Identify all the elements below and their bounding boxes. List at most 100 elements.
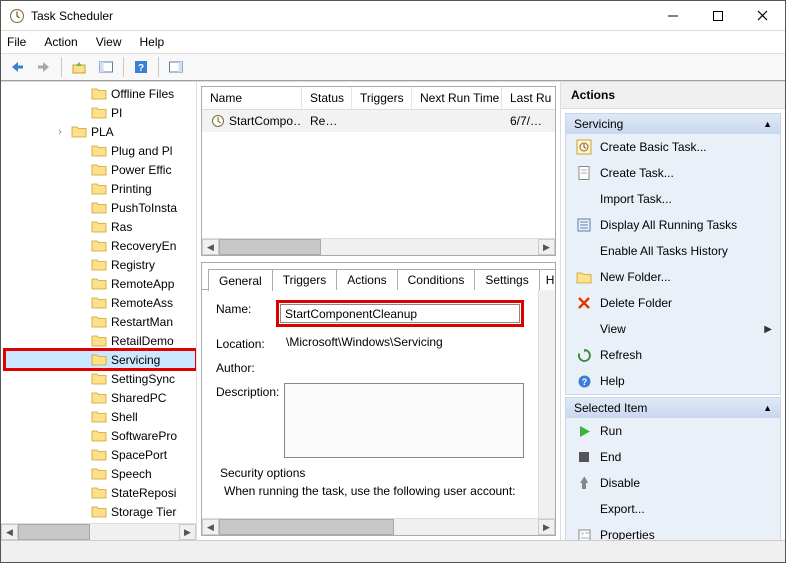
forward-button[interactable] (32, 56, 56, 78)
up-folder-button[interactable] (67, 56, 91, 78)
detail-panel: General Triggers Actions Conditions Sett… (201, 262, 556, 536)
scroll-thumb[interactable] (219, 519, 394, 535)
col-status[interactable]: Status (302, 87, 352, 109)
maximize-button[interactable] (695, 1, 740, 30)
tree-item[interactable]: Speech (5, 464, 196, 483)
tree-item-label: Printing (111, 182, 152, 196)
tree-item[interactable]: StateReposi (5, 483, 196, 502)
scroll-track[interactable] (219, 239, 538, 255)
scroll-thumb[interactable] (219, 239, 321, 255)
author-label: Author: (216, 359, 286, 375)
description-input[interactable] (284, 383, 524, 458)
tabbar: General Triggers Actions Conditions Sett… (202, 263, 556, 290)
scroll-right-button[interactable]: ▶ (538, 239, 555, 255)
action-item[interactable]: Run (566, 418, 780, 444)
tree-item[interactable]: SpacePort (5, 445, 196, 464)
action-item[interactable]: Import Task... (566, 186, 780, 212)
scroll-right-button[interactable]: ▶ (538, 519, 555, 535)
action-item[interactable]: Properties (566, 522, 780, 540)
tree-item[interactable]: RemoteApp (5, 274, 196, 293)
scroll-left-button[interactable]: ◀ (202, 239, 219, 255)
tree-item[interactable]: RestartMan (5, 312, 196, 331)
action-item[interactable]: New Folder... (566, 264, 780, 290)
task-row[interactable]: StartCompo… Ready 6/7/202 (202, 110, 555, 132)
tab-settings[interactable]: Settings (474, 269, 539, 290)
col-name[interactable]: Name (202, 87, 302, 109)
minimize-button[interactable] (650, 1, 695, 30)
menu-file[interactable]: File (7, 35, 26, 49)
tree-item[interactable]: ›PLA (5, 122, 196, 141)
task-name-input[interactable] (280, 304, 520, 323)
tree-item[interactable]: SettingSync (5, 369, 196, 388)
tree-item[interactable]: RemoteAss (5, 293, 196, 312)
blank-icon (576, 191, 592, 207)
menu-action[interactable]: Action (44, 35, 77, 49)
detail-hscroll[interactable]: ◀ ▶ (202, 518, 555, 535)
scroll-track[interactable] (18, 524, 179, 540)
help-button[interactable]: ? (129, 56, 153, 78)
action-item[interactable]: View▶ (566, 316, 780, 342)
action-item[interactable]: Display All Running Tasks (566, 212, 780, 238)
actions-body: Servicing ▲ Create Basic Task...Create T… (561, 109, 785, 540)
col-triggers[interactable]: Triggers (352, 87, 412, 109)
tree-item[interactable]: Printing (5, 179, 196, 198)
menu-view[interactable]: View (96, 35, 122, 49)
tree-item[interactable]: SoftwarePro (5, 426, 196, 445)
folder-icon (91, 277, 107, 290)
scroll-left-button[interactable]: ◀ (1, 524, 18, 540)
tree-item[interactable]: SharedPC (5, 388, 196, 407)
scroll-left-button[interactable]: ◀ (202, 519, 219, 535)
col-lastrun[interactable]: Last Ru (502, 87, 555, 109)
actions-group-folder-head[interactable]: Servicing ▲ (566, 114, 780, 134)
task-lastrun: 6/7/202 (502, 112, 555, 130)
col-nextrun[interactable]: Next Run Time (412, 87, 502, 109)
detail-body-vscroll[interactable] (538, 290, 555, 518)
action-item[interactable]: Refresh (566, 342, 780, 368)
tab-actions[interactable]: Actions (336, 269, 397, 290)
tree-hscroll[interactable]: ◀ ▶ (1, 523, 196, 540)
action-item[interactable]: Disable (566, 470, 780, 496)
action-item[interactable]: Create Task... (566, 160, 780, 186)
tree-item[interactable]: Ras (5, 217, 196, 236)
scroll-thumb[interactable] (18, 524, 90, 540)
tab-general[interactable]: General (208, 269, 273, 291)
menu-help[interactable]: Help (140, 35, 165, 49)
scroll-right-button[interactable]: ▶ (179, 524, 196, 540)
tree-item[interactable]: PushToInsta (5, 198, 196, 217)
tab-history[interactable]: H (539, 269, 556, 290)
tree-item[interactable]: Shell (5, 407, 196, 426)
tree-item[interactable]: Power Effic (5, 160, 196, 179)
action-item[interactable]: Delete Folder (566, 290, 780, 316)
scroll-track[interactable] (219, 519, 538, 535)
help-icon: ? (576, 373, 592, 389)
tree-item[interactable]: Plug and Pl (5, 141, 196, 160)
run-icon (576, 423, 592, 439)
folder-icon (91, 201, 107, 214)
action-item[interactable]: Enable All Tasks History (566, 238, 780, 264)
close-button[interactable] (740, 1, 785, 30)
show-hide-tree-button[interactable] (94, 56, 118, 78)
folder-icon (91, 296, 107, 309)
tab-triggers[interactable]: Triggers (272, 269, 338, 290)
tree-item[interactable]: Offline Files (5, 84, 196, 103)
tree-item[interactable]: RetailDemo (5, 331, 196, 350)
action-item[interactable]: Create Basic Task... (566, 134, 780, 160)
tab-conditions[interactable]: Conditions (397, 269, 476, 290)
tree-item[interactable]: Registry (5, 255, 196, 274)
show-hide-action-pane-button[interactable] (164, 56, 188, 78)
svg-text:?: ? (581, 377, 587, 387)
tree-item[interactable]: Storage Tier (5, 502, 196, 521)
tree-item[interactable]: Servicing (5, 350, 196, 369)
tree-body[interactable]: Offline FilesPI›PLAPlug and PlPower Effi… (1, 82, 196, 523)
action-item[interactable]: End (566, 444, 780, 470)
expand-icon[interactable]: › (53, 126, 67, 138)
tree-item[interactable]: PI (5, 103, 196, 122)
folder-icon (91, 220, 107, 233)
tree-item[interactable]: RecoveryEn (5, 236, 196, 255)
clock-icon (576, 139, 592, 155)
actions-group-selected-head[interactable]: Selected Item ▲ (566, 398, 780, 418)
tasklist-hscroll[interactable]: ◀ ▶ (202, 238, 555, 255)
action-item[interactable]: Export... (566, 496, 780, 522)
back-button[interactable] (5, 56, 29, 78)
action-item[interactable]: ?Help (566, 368, 780, 394)
